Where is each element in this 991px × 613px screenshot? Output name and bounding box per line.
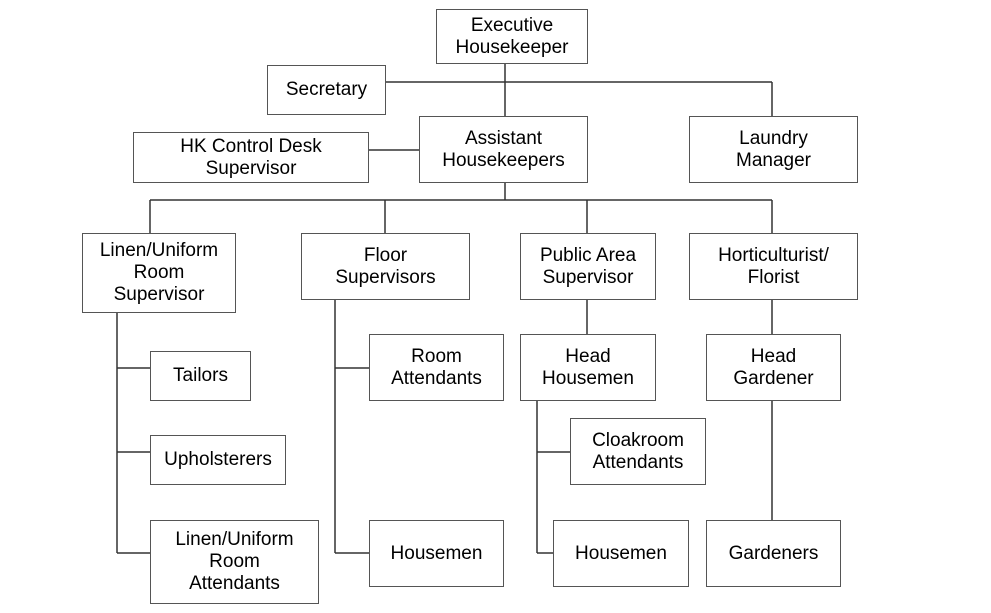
node-head-housemen: Head Housemen <box>520 334 656 401</box>
node-room-attendants: Room Attendants <box>369 334 504 401</box>
node-cloakroom-attendants: Cloakroom Attendants <box>570 418 706 485</box>
node-assistant-housekeepers: Assistant Housekeepers <box>419 116 588 183</box>
node-floor-housemen: Housemen <box>369 520 504 587</box>
node-secretary: Secretary <box>267 65 386 115</box>
node-hk-control-desk-supervisor: HK Control Desk Supervisor <box>133 132 369 183</box>
node-public-area-housemen: Housemen <box>553 520 689 587</box>
node-tailors: Tailors <box>150 351 251 401</box>
node-horticulturist-florist: Horticulturist/ Florist <box>689 233 858 300</box>
node-linen-uniform-room-attendants: Linen/Uniform Room Attendants <box>150 520 319 604</box>
node-head-gardener: Head Gardener <box>706 334 841 401</box>
node-floor-supervisors: Floor Supervisors <box>301 233 470 300</box>
node-linen-uniform-room-supervisor: Linen/Uniform Room Supervisor <box>82 233 236 313</box>
node-laundry-manager: Laundry Manager <box>689 116 858 183</box>
node-public-area-supervisor: Public Area Supervisor <box>520 233 656 300</box>
node-executive-housekeeper: Executive Housekeeper <box>436 9 588 64</box>
node-upholsterers: Upholsterers <box>150 435 286 485</box>
node-gardeners: Gardeners <box>706 520 841 587</box>
